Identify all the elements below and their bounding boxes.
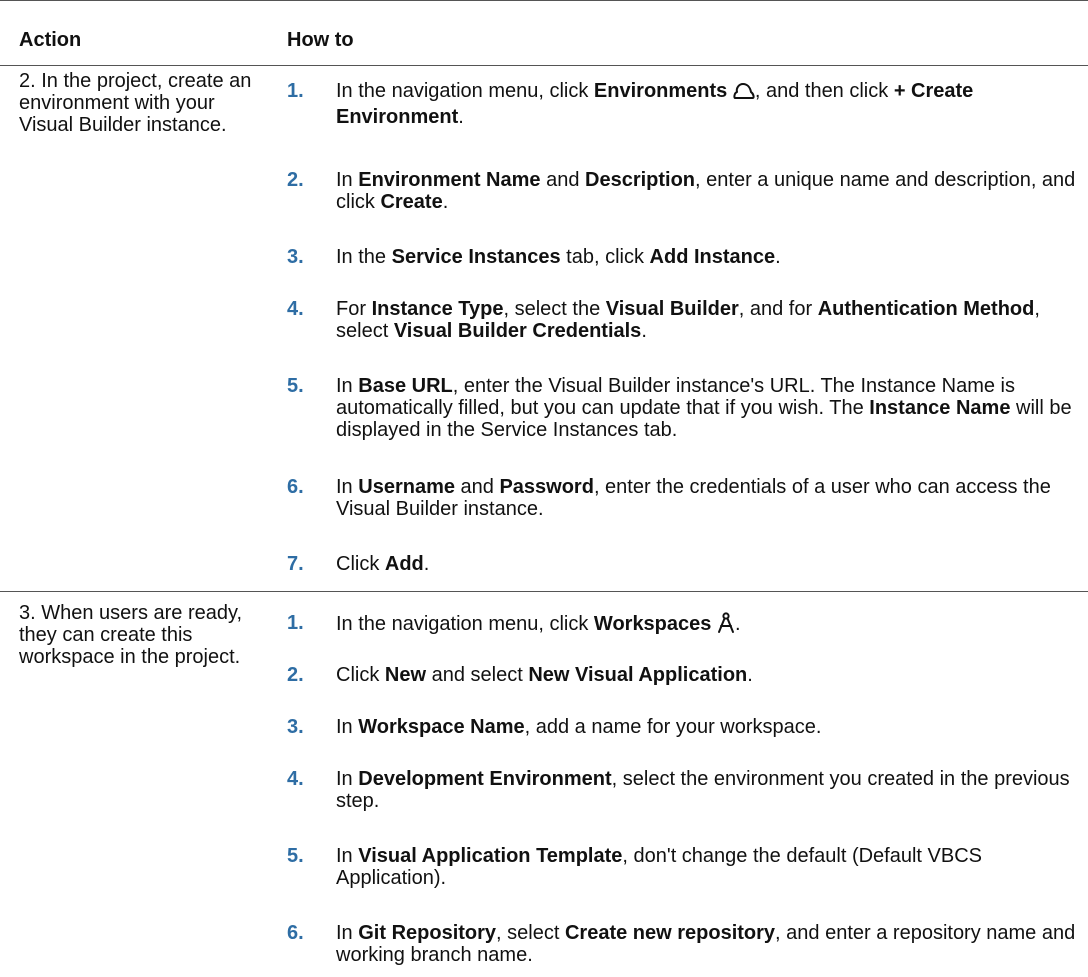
step-text: Click Add. — [336, 553, 430, 575]
step-text: In Environment Name and Description, ent… — [336, 169, 1076, 213]
step-text: In Workspace Name, add a name for your w… — [336, 716, 822, 738]
step-number: 1. — [287, 612, 304, 634]
step-number: 2. — [287, 664, 304, 686]
step-text: In the Service Instances tab, click Add … — [336, 246, 781, 268]
step-number: 2. — [287, 169, 304, 191]
step-text: In Base URL, enter the Visual Builder in… — [336, 375, 1072, 441]
column-header-how-to: How to — [287, 29, 354, 51]
table-row: 3. When users are ready, they can create… — [0, 592, 1088, 977]
compass-icon — [717, 612, 735, 639]
step-number: 3. — [287, 716, 304, 738]
table-row: 2. In the project, create an environment… — [0, 66, 1088, 592]
step-text: In Visual Application Template, don't ch… — [336, 845, 982, 889]
step-text: In the navigation menu, click Workspaces… — [336, 612, 1076, 639]
action-cell: 3. When users are ready, they can create… — [19, 602, 243, 668]
step-text: In Username and Password, enter the cred… — [336, 476, 1051, 520]
step-number: 7. — [287, 553, 304, 575]
step-text: For Instance Type, select the Visual Bui… — [336, 298, 1040, 342]
cloud-icon — [733, 81, 755, 106]
column-header-action: Action — [19, 29, 82, 51]
step-number: 5. — [287, 375, 304, 397]
step-text: In Git Repository, select Create new rep… — [336, 922, 1076, 966]
step-number: 6. — [287, 922, 304, 944]
action-cell: 2. In the project, create an environment… — [19, 70, 252, 136]
step-number: 4. — [287, 298, 304, 320]
step-number: 5. — [287, 845, 304, 867]
step-text: In Development Environment, select the e… — [336, 768, 1070, 812]
step-number: 3. — [287, 246, 304, 268]
table-header: Action How to — [0, 0, 1088, 66]
step-text: Click New and select New Visual Applicat… — [336, 664, 753, 686]
step-number: 4. — [287, 768, 304, 790]
step-number: 1. — [287, 80, 304, 102]
step-text: In the navigation menu, click Environmen… — [336, 80, 974, 128]
step-number: 6. — [287, 476, 304, 498]
